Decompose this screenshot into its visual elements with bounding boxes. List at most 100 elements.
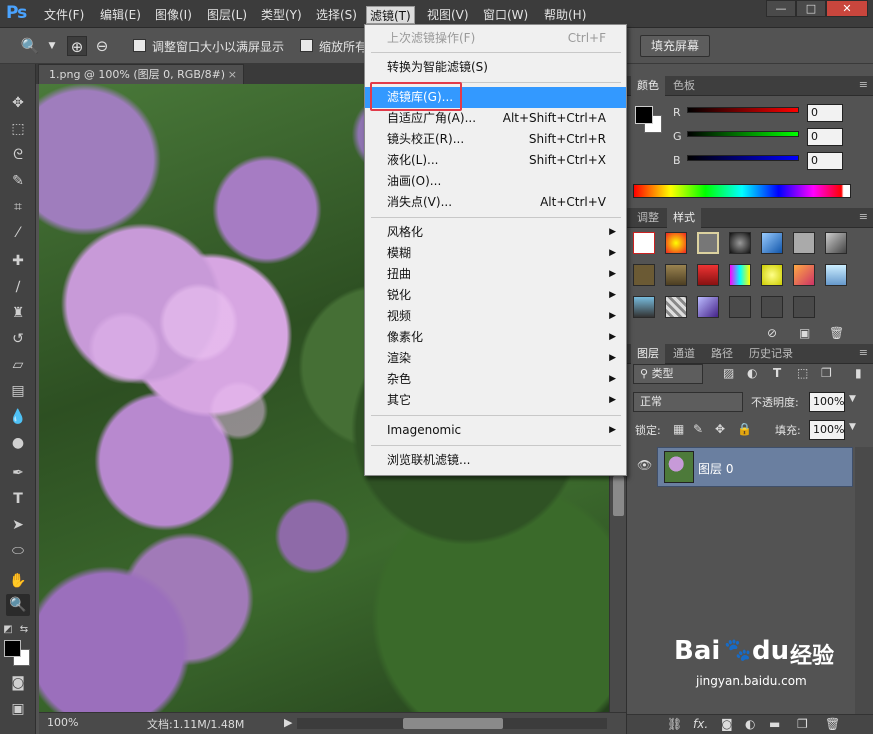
new-layer-icon[interactable]: ❐: [797, 717, 808, 731]
tool-preset-chevron-icon[interactable]: ▼: [42, 36, 62, 56]
menu-file[interactable]: 文件(F): [41, 6, 87, 24]
style-cell[interactable]: [825, 232, 847, 254]
menu-item-sharpen[interactable]: 锐化 ▶: [365, 285, 626, 306]
menu-item-pixelate[interactable]: 像素化 ▶: [365, 327, 626, 348]
new-group-icon[interactable]: ▬: [769, 717, 780, 731]
swap-colors-icon[interactable]: ⇆: [18, 619, 30, 641]
close-tab-icon[interactable]: ×: [228, 65, 237, 84]
zoom-in-icon[interactable]: ⊕: [67, 36, 87, 56]
hand-tool-icon[interactable]: ✋: [6, 570, 30, 592]
zoom-tool-icon[interactable]: 🔍: [6, 594, 30, 616]
fill-chevron-icon[interactable]: ▼: [849, 422, 856, 432]
tab-layers[interactable]: 图层: [631, 344, 665, 364]
add-mask-icon[interactable]: ◙: [721, 717, 733, 731]
new-style-icon[interactable]: ▣: [799, 326, 810, 340]
document-tab[interactable]: 1.png @ 100% (图层 0, RGB/8#) ×: [38, 64, 244, 84]
type-tool-icon[interactable]: T: [6, 488, 30, 510]
lock-transparent-icon[interactable]: ▦: [673, 422, 684, 436]
ellipse-tool-icon[interactable]: ⬭: [6, 540, 30, 562]
menu-item-lens-correction[interactable]: 镜头校正(R)... Shift+Ctrl+R: [365, 129, 626, 150]
maximize-button[interactable]: □: [796, 0, 826, 17]
path-selection-tool-icon[interactable]: ➤: [6, 514, 30, 536]
default-colors-icon[interactable]: ◩: [2, 619, 14, 641]
menu-item-vanishing-point[interactable]: 消失点(V)... Alt+Ctrl+V: [365, 192, 626, 213]
filter-shape-icon[interactable]: ⬚: [797, 366, 808, 380]
menu-item-distort[interactable]: 扭曲 ▶: [365, 264, 626, 285]
opacity-chevron-icon[interactable]: ▼: [849, 394, 856, 404]
close-button[interactable]: ✕: [826, 0, 868, 17]
menu-item-noise[interactable]: 杂色 ▶: [365, 369, 626, 390]
style-cell[interactable]: [729, 232, 751, 254]
vertical-scroll-thumb[interactable]: [613, 476, 624, 516]
menu-type[interactable]: 类型(Y): [258, 6, 305, 24]
style-none[interactable]: [633, 232, 655, 254]
menu-select[interactable]: 选择(S): [313, 6, 360, 24]
menu-item-liquify[interactable]: 液化(L)... Shift+Ctrl+X: [365, 150, 626, 171]
eraser-tool-icon[interactable]: ▱: [6, 354, 30, 376]
style-cell[interactable]: [761, 296, 783, 318]
zoom-out-icon[interactable]: ⊖: [92, 36, 112, 56]
style-cell[interactable]: [633, 264, 655, 286]
foreground-color-swatch[interactable]: [4, 640, 21, 657]
blur-tool-icon[interactable]: 💧: [6, 406, 30, 428]
green-slider[interactable]: [687, 131, 799, 137]
menu-item-render[interactable]: 渲染 ▶: [365, 348, 626, 369]
eyedropper-tool-icon[interactable]: ⁄: [6, 222, 30, 244]
link-layers-icon[interactable]: ⛓: [667, 717, 682, 731]
style-cell[interactable]: [633, 296, 655, 318]
style-cell[interactable]: [761, 264, 783, 286]
menu-item-video[interactable]: 视频 ▶: [365, 306, 626, 327]
style-cell[interactable]: [665, 232, 687, 254]
panel-menu-icon[interactable]: ≡: [859, 78, 868, 91]
healing-brush-tool-icon[interactable]: ✚: [6, 250, 30, 272]
quick-mask-icon[interactable]: ◙: [6, 672, 30, 694]
style-cell[interactable]: [665, 296, 687, 318]
style-cell[interactable]: [729, 296, 751, 318]
quick-select-tool-icon[interactable]: ✎: [6, 170, 30, 192]
zoom-level[interactable]: 100%: [47, 716, 78, 729]
style-cell[interactable]: [697, 264, 719, 286]
filter-smart-object-icon[interactable]: ❐: [821, 366, 832, 380]
fx-icon[interactable]: fx.: [693, 717, 708, 731]
screen-mode-icon[interactable]: ▣: [6, 698, 30, 720]
blend-mode-dropdown[interactable]: 正常: [633, 392, 743, 412]
menu-help[interactable]: 帮助(H): [541, 6, 589, 24]
style-cell[interactable]: [697, 296, 719, 318]
blue-slider[interactable]: [687, 155, 799, 161]
color-spectrum-bar[interactable]: [633, 184, 851, 198]
style-cell[interactable]: [729, 264, 751, 286]
layer-visibility-eye-icon[interactable]: 👁: [637, 458, 652, 472]
red-value-field[interactable]: 0: [807, 104, 843, 122]
gradient-tool-icon[interactable]: ▤: [6, 380, 30, 402]
menu-item-oil-paint[interactable]: 油画(O)...: [365, 171, 626, 192]
dodge-tool-icon[interactable]: ●: [6, 432, 30, 454]
menu-item-blur[interactable]: 模糊 ▶: [365, 243, 626, 264]
style-cell[interactable]: [825, 264, 847, 286]
zoom-all-checkbox[interactable]: [300, 39, 313, 52]
clear-style-icon[interactable]: ⊘: [767, 326, 777, 340]
adjustment-layer-icon[interactable]: ◐: [745, 717, 755, 731]
green-value-field[interactable]: 0: [807, 128, 843, 146]
crop-tool-icon[interactable]: ⌗: [6, 196, 30, 218]
clone-stamp-tool-icon[interactable]: ♜: [6, 302, 30, 324]
menu-filter[interactable]: 滤镜(T): [366, 6, 415, 24]
pen-tool-icon[interactable]: ✒: [6, 462, 30, 484]
style-cell[interactable]: [793, 232, 815, 254]
color-panel-foreground-swatch[interactable]: [635, 106, 653, 124]
lock-all-icon[interactable]: 🔒: [737, 422, 752, 436]
tab-channels[interactable]: 通道: [667, 344, 701, 364]
tab-history[interactable]: 历史记录: [743, 344, 799, 364]
menu-item-convert-smart-filter[interactable]: 转换为智能滤镜(S): [365, 57, 626, 78]
filter-type-icon[interactable]: T: [773, 366, 781, 380]
menu-layer[interactable]: 图层(L): [204, 6, 250, 24]
zoom-tool-icon[interactable]: 🔍: [20, 36, 40, 56]
menu-edit[interactable]: 编辑(E): [97, 6, 144, 24]
style-cell[interactable]: [697, 232, 719, 254]
lock-image-icon[interactable]: ✎: [693, 422, 703, 436]
menu-item-stylize[interactable]: 风格化 ▶: [365, 222, 626, 243]
opacity-field[interactable]: 100%: [809, 392, 845, 412]
style-cell[interactable]: [665, 264, 687, 286]
style-cell[interactable]: [793, 296, 815, 318]
filter-adjustment-icon[interactable]: ◐: [747, 366, 757, 380]
fill-screen-button[interactable]: 填充屏幕: [640, 35, 711, 57]
